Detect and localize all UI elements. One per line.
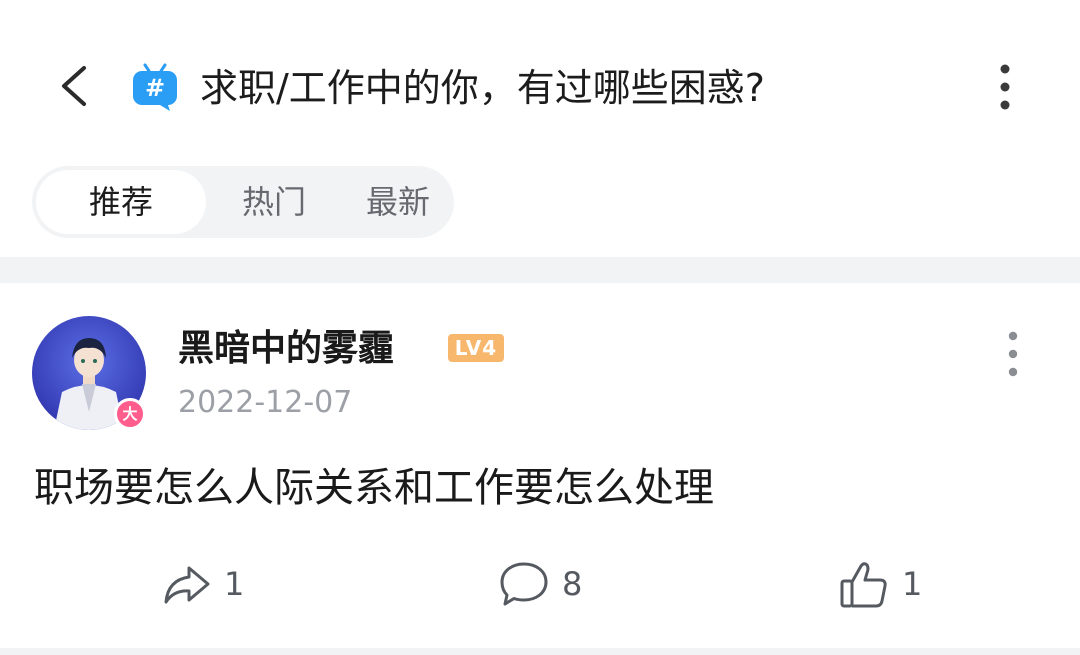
post-date: 2022-12-07 [178, 385, 353, 420]
tab-recommended[interactable]: 推荐 [36, 170, 206, 234]
avatar-badge: 大 [114, 398, 146, 430]
comment-icon [500, 562, 548, 606]
post-content[interactable]: 职场要怎么人际关系和工作要怎么处理 [34, 458, 714, 518]
more-vertical-icon [1000, 64, 1010, 110]
back-button[interactable] [50, 58, 98, 114]
author-name[interactable]: 黑暗中的雾霾 [178, 325, 394, 373]
share-icon [164, 566, 210, 604]
more-vertical-icon [1008, 331, 1018, 377]
tab-hot[interactable]: 热门 [206, 166, 342, 238]
more-options-button[interactable] [990, 62, 1020, 114]
like-count: 1 [902, 565, 923, 603]
svg-text:#: # [145, 74, 165, 102]
share-button[interactable]: 1 [162, 556, 252, 612]
share-count: 1 [224, 565, 245, 603]
post-more-button[interactable] [998, 328, 1028, 382]
top-bar: # 求职/工作中的你，有过哪些困惑? [0, 0, 1080, 172]
comment-count: 8 [562, 565, 583, 603]
level-badge: LV4 [448, 334, 504, 362]
section-divider [0, 257, 1080, 283]
tab-latest[interactable]: 最新 [342, 166, 454, 238]
comment-button[interactable]: 8 [498, 556, 588, 612]
thumbs-up-icon [840, 562, 887, 608]
like-button[interactable]: 1 [838, 556, 928, 612]
chevron-left-icon [62, 66, 86, 106]
topic-hashtag-icon: # [130, 62, 180, 112]
page-title: 求职/工作中的你，有过哪些困惑? [200, 66, 765, 110]
sort-tabs: 推荐 热门 最新 [32, 166, 454, 238]
bottom-divider [0, 648, 1080, 655]
